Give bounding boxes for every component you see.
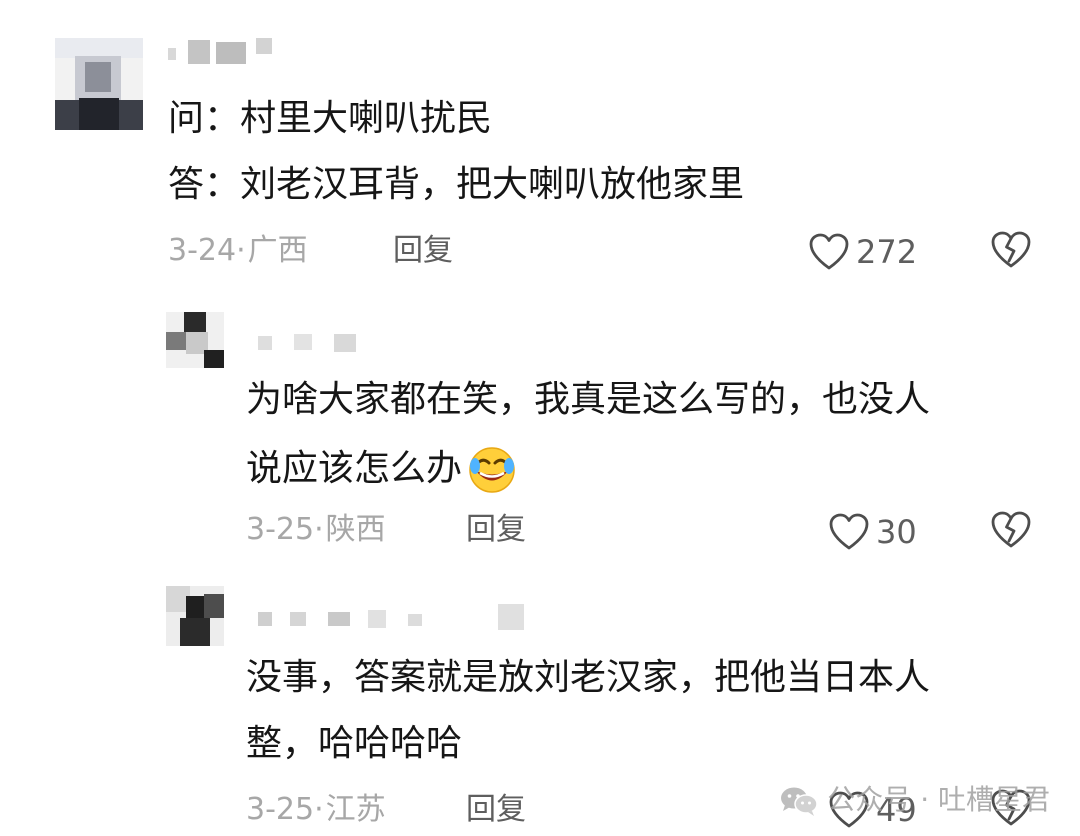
reply-button[interactable]: 回复 [393,233,453,269]
like-button[interactable]: 30 [828,510,917,552]
location-text: 江苏 [325,792,386,827]
rofl-emoji-icon [469,447,515,493]
date-text: 3-24· [168,233,246,268]
comment-2: 为啥大家都在笑，我真是这么写的，也没人 说应该怎么办 3-25·陕西 回复 30 [0,300,1080,580]
heart-icon [829,513,869,550]
comment-date: 3-25·江苏 [246,792,386,828]
username-blurred[interactable] [258,328,368,358]
dislike-button[interactable] [990,510,1032,550]
comment-1: 问：村里大喇叭扰民 答：刘老汉耳背，把大喇叭放他家里 3-24·广西 回复 27… [0,0,1080,300]
watermark: 公众号 · 吐槽星君 [779,778,1050,818]
comment-text-line: 为啥大家都在笑，我真是这么写的，也没人 [246,379,931,420]
location-text: 陕西 [325,512,386,547]
comment-text-line: 说应该怎么办 [246,444,518,496]
location-text: 广西 [247,233,308,268]
date-text: 3-25· [246,792,324,827]
broken-heart-icon [991,511,1031,548]
comment-date: 3-25·陕西 [246,512,386,548]
like-count: 272 [856,233,918,271]
username-blurred[interactable] [258,604,538,634]
like-count: 30 [876,513,917,551]
like-button[interactable]: 272 [808,230,917,272]
reply-button[interactable]: 回复 [466,512,526,548]
watermark-text: 公众号 · 吐槽星君 [827,783,1050,816]
comment-date: 3-24·广西 [168,233,308,269]
comment-text-line: 答：刘老汉耳背，把大喇叭放他家里 [168,164,745,205]
comment-text-line: 没事，答案就是放刘老汉家，把他当日本人 [246,657,931,698]
comment-text-line: 问：村里大喇叭扰民 [168,98,493,139]
username-blurred[interactable] [168,36,278,66]
avatar[interactable] [55,38,143,130]
comment-text: 说应该怎么办 [246,448,463,489]
comment-text-line: 整，哈哈哈哈 [246,723,463,764]
date-text: 3-25· [246,512,324,547]
wechat-icon [781,787,819,816]
avatar[interactable] [166,312,224,368]
heart-icon [809,233,849,270]
dislike-button[interactable] [990,230,1032,270]
avatar[interactable] [166,586,224,646]
reply-button[interactable]: 回复 [466,792,526,828]
broken-heart-icon [991,231,1031,268]
